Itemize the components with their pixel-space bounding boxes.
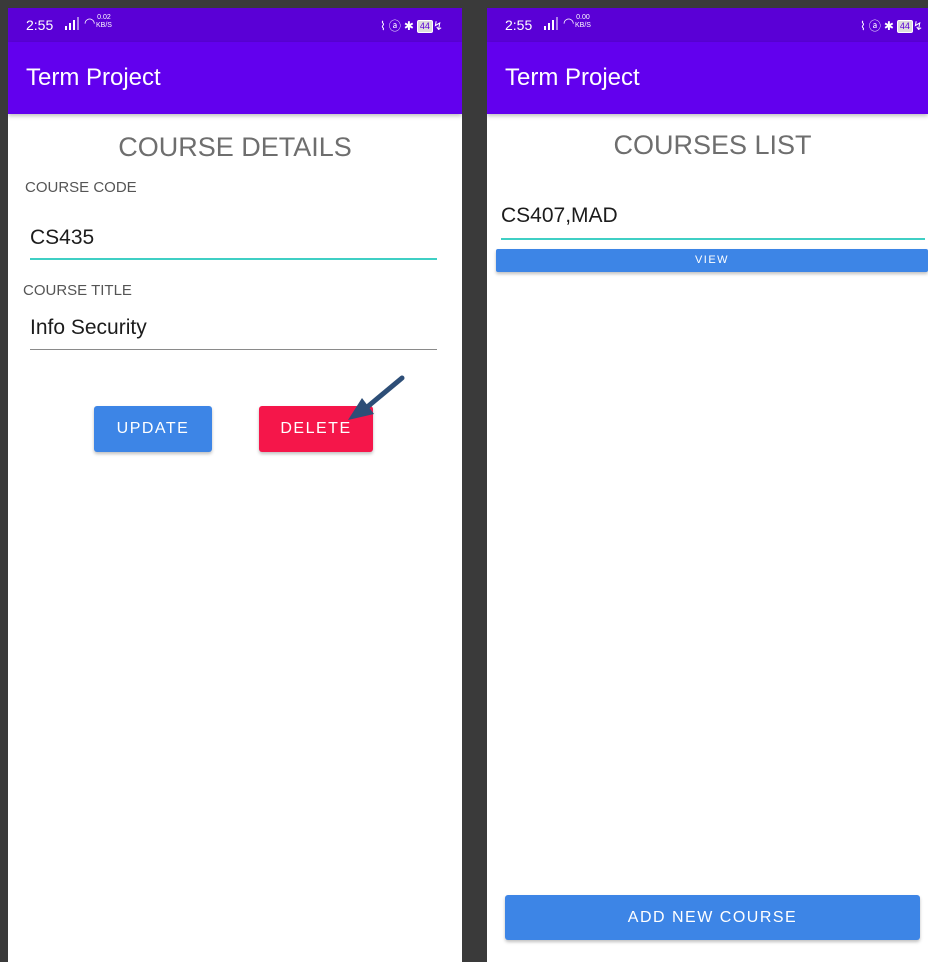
signal-icon (65, 16, 79, 30)
network-speed: 0.02 KB/S (96, 14, 112, 30)
status-bar: 2:55 ◠ 0.00 KB/S ⌇ⓐ✱ 44 ↯ (487, 8, 928, 42)
view-button[interactable]: VIEW (496, 249, 928, 272)
status-bar: 2:55 ◠ 0.02 KB/S ⌇ⓐ✱ 44 ↯ (8, 8, 462, 42)
field-underline (30, 349, 437, 350)
network-speed: 0.00 KB/S (575, 14, 591, 30)
focus-underline (501, 238, 925, 240)
course-title-field[interactable]: Info Security (30, 310, 437, 350)
network-speed-unit: KB/S (575, 22, 591, 29)
app-bar: Term Project (487, 42, 928, 114)
network-speed-value: 0.00 (576, 14, 590, 21)
vibrate-icon: ⌇ (379, 19, 389, 33)
page-title: COURSE DETAILS (118, 132, 352, 162)
network-speed-value: 0.02 (97, 14, 111, 21)
app-bar: Term Project (8, 42, 462, 114)
status-time: 2:55 (505, 17, 533, 33)
bluetooth-icon: ✱ (403, 19, 417, 33)
app-title: Term Project (505, 64, 640, 91)
battery-icon: 44 (416, 20, 433, 33)
network-speed-unit: KB/S (96, 22, 112, 29)
annotation-arrow-icon (348, 375, 405, 420)
course-list-item[interactable]: CS407,MAD (501, 200, 925, 240)
courses-list-screen: 2:55 ◠ 0.00 KB/S ⌇ⓐ✱ 44 ↯ Term Project COUR… (487, 8, 928, 962)
focus-underline (30, 258, 437, 260)
course-details-screen: 2:55 ◠ 0.02 KB/S ⌇ⓐ✱ 44 ↯ Term Project COUR… (8, 8, 462, 962)
page-title: COURSES LIST (613, 130, 812, 160)
bluetooth-icon: ✱ (883, 19, 897, 33)
wifi-icon: ◠ (84, 15, 96, 30)
status-right-icons: ⌇ⓐ✱ 44 ↯ (860, 17, 926, 34)
wifi-icon: ◠ (563, 15, 575, 30)
course-title-value: Info Security (30, 316, 147, 339)
update-button[interactable]: UPDATE (94, 406, 212, 452)
signal-icon (544, 16, 558, 30)
battery-icon: 44 (896, 20, 913, 33)
alarm-icon: ⓐ (868, 19, 884, 33)
course-code-field[interactable]: CS435 (30, 220, 437, 260)
app-title: Term Project (26, 64, 161, 91)
course-code-value: CS435 (30, 226, 95, 249)
charging-icon: ↯ (912, 19, 926, 33)
vibrate-icon: ⌇ (859, 19, 869, 33)
course-list-item-text: CS407,MAD (501, 204, 618, 227)
charging-icon: ↯ (432, 19, 446, 33)
course-code-label: COURSE CODE (25, 179, 137, 196)
course-title-label: COURSE TITLE (23, 282, 132, 299)
status-time: 2:55 (26, 17, 54, 33)
alarm-icon: ⓐ (388, 19, 404, 33)
status-right-icons: ⌇ⓐ✱ 44 ↯ (380, 17, 446, 34)
add-new-course-button[interactable]: ADD NEW COURSE (505, 895, 920, 940)
